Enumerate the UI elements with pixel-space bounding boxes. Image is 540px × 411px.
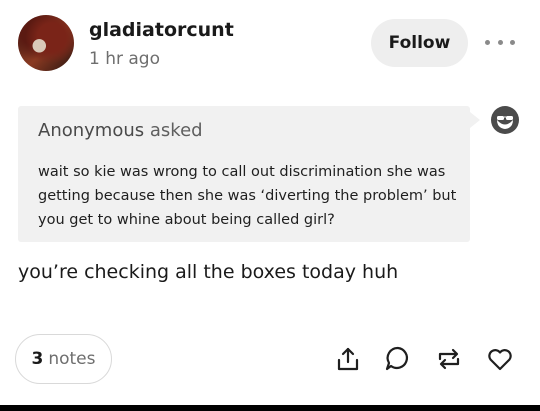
- more-icon[interactable]: [485, 34, 515, 50]
- anonymous-sunglasses-icon: [491, 106, 519, 134]
- answer-text: you’re checking all the boxes today huh: [18, 261, 399, 283]
- ask-header: Anonymous asked: [38, 120, 203, 141]
- more-dot: [497, 39, 503, 45]
- notes-button[interactable]: 3 notes: [15, 334, 112, 384]
- asker-name: Anonymous: [38, 120, 145, 141]
- post-timestamp[interactable]: 1 hr ago: [89, 49, 160, 69]
- asked-label: asked: [149, 120, 203, 141]
- more-dot: [485, 39, 490, 45]
- ask-bubble-tail: [470, 112, 480, 128]
- share-icon[interactable]: [333, 344, 363, 374]
- ask-box: Anonymous asked wait so kie was wrong to…: [18, 106, 470, 242]
- bottom-bar: [0, 405, 540, 411]
- more-dot: [510, 39, 515, 45]
- ask-question: wait so kie was wrong to call out discri…: [38, 164, 457, 228]
- follow-button[interactable]: Follow: [371, 19, 468, 67]
- notes-label: notes: [48, 349, 96, 369]
- reblog-icon[interactable]: [434, 344, 464, 374]
- like-icon[interactable]: [485, 344, 515, 374]
- notes-count: 3: [31, 349, 44, 369]
- post-username[interactable]: gladiatorcunt: [89, 19, 234, 41]
- reply-icon[interactable]: [383, 344, 413, 374]
- post-avatar[interactable]: [18, 15, 74, 71]
